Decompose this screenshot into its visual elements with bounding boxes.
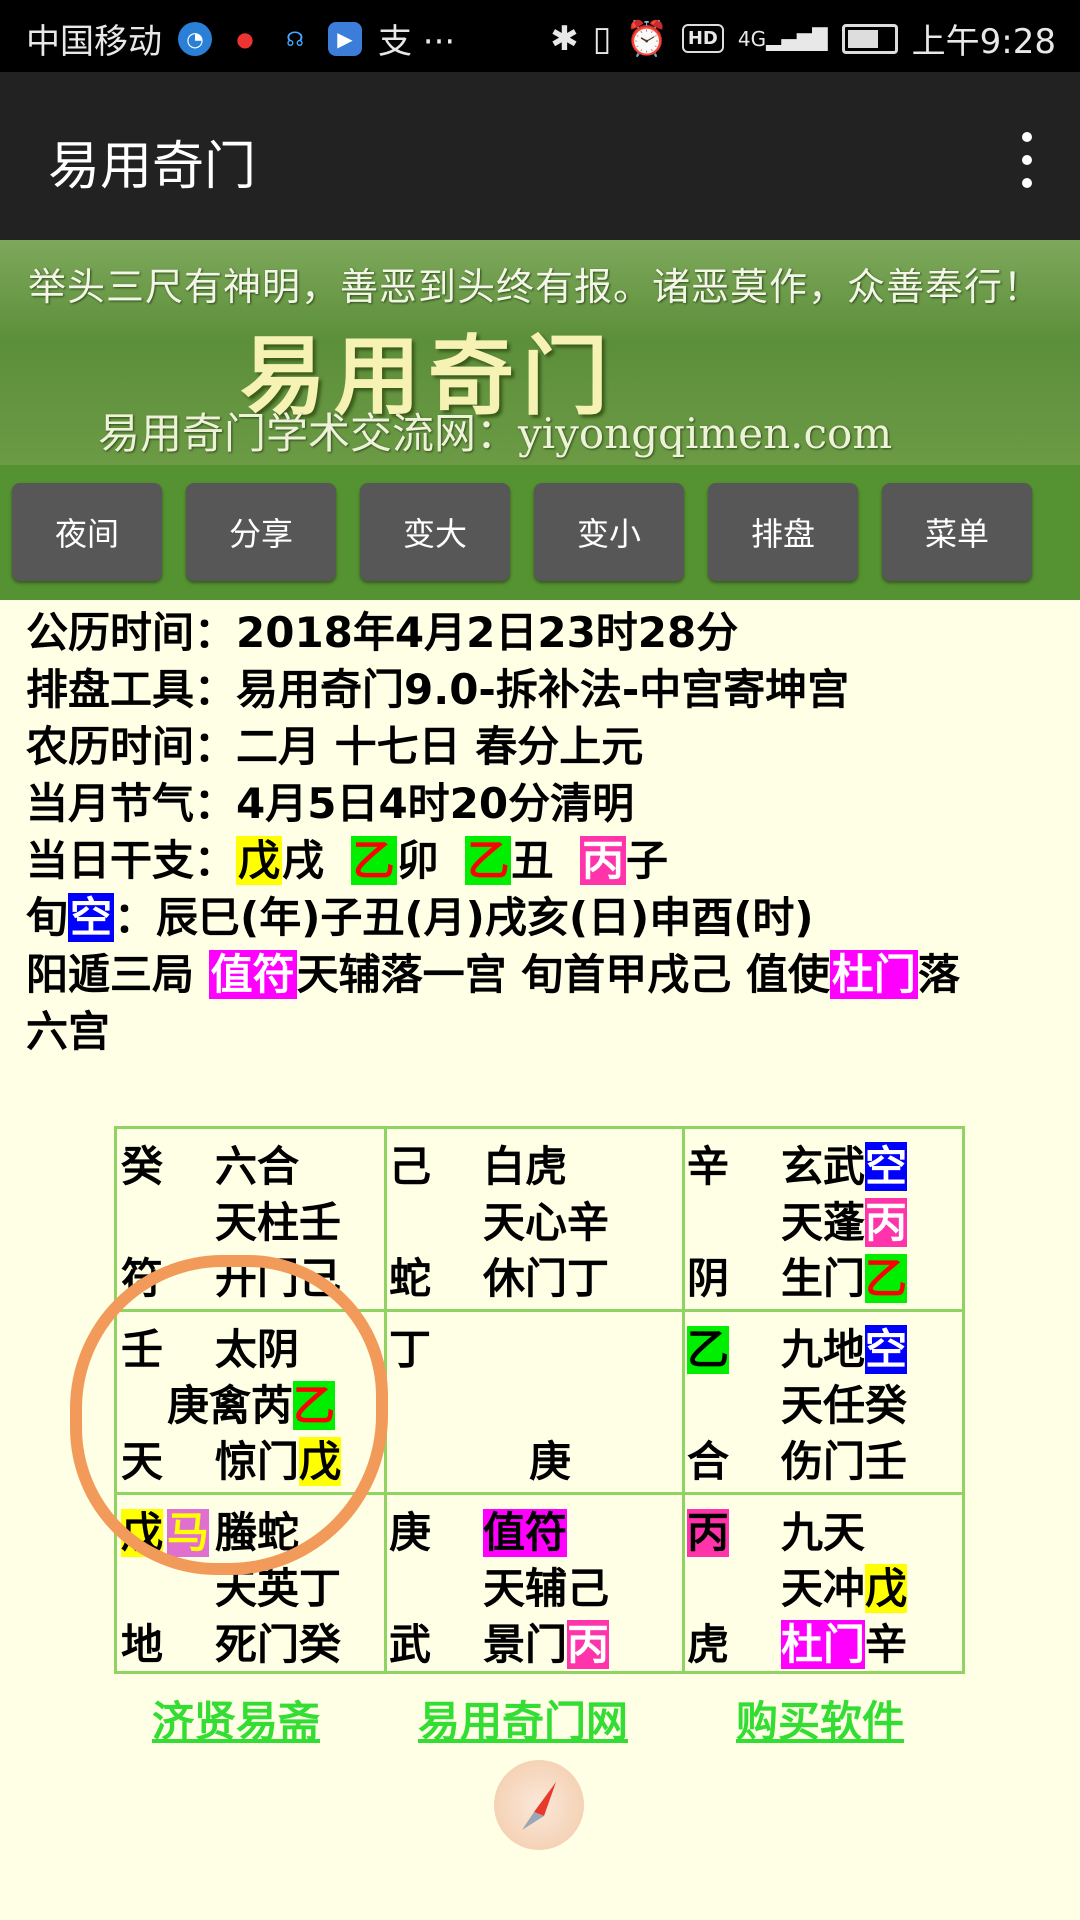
year-stem: 戊 — [236, 836, 283, 885]
hour-stem: 丙 — [579, 836, 626, 885]
xunkong-row: 旬空：辰巳(年)子丑(月)戌亥(日)申酉(时) — [26, 893, 814, 942]
ju-row: 阳遁三局 值符天辅落一宫 旬首甲戌己 值使杜门落 — [26, 950, 960, 999]
status-bar: 中国移动 ◔ ● ☊ ▶ 支 ··· ✱ ▯ ⏰ HD 4G▂▄▆█ 上午9:2… — [0, 0, 1080, 72]
tool-row: 排盘工具：易用奇门9.0-拆补法-中宫寄坤宫 — [26, 665, 850, 714]
solar-time-value: 2018年4月2日23时28分 — [236, 608, 739, 657]
palace-stem: 癸 — [121, 1142, 164, 1191]
chat-icon: ☊ — [278, 21, 312, 56]
lunar-time-value: 二月 十七日 春分上元 — [236, 722, 644, 771]
link-buy-software[interactable]: 购买软件 — [736, 1688, 904, 1749]
clock: 上午9:28 — [911, 22, 1056, 62]
signal-icon: 4G▂▄▆█ — [737, 26, 828, 51]
toolbar: 夜间 分享 变大 变小 排盘 菜单 — [0, 465, 1080, 600]
palace-stem: 庚 — [389, 1508, 432, 1557]
solar-term-value: 4月5日4时20分清明 — [236, 779, 635, 828]
palace-shen: 合 — [687, 1437, 730, 1486]
palace-stem: 丁 — [389, 1325, 432, 1374]
grid-divider — [682, 1129, 685, 1671]
palace-star: 天心辛 — [483, 1198, 610, 1247]
zhishi-badge: 杜门 — [829, 950, 918, 999]
palace-god: 值符 — [483, 1508, 568, 1557]
link-yiyongqimen-site[interactable]: 易用奇门网 — [418, 1688, 628, 1749]
overflow-notifications: 支 ··· — [378, 22, 456, 62]
carrier-label: 中国移动 — [26, 22, 162, 62]
video-icon: ▶ — [328, 21, 362, 56]
kong-badge: 空 — [68, 893, 115, 942]
enlarge-button[interactable]: 变大 — [360, 483, 510, 581]
vibrate-icon: ▯ — [592, 18, 612, 59]
palace-god: 白虎 — [483, 1142, 568, 1191]
palace-star: 天辅己 — [483, 1564, 610, 1613]
banner-subtitle: 易用奇门学术交流网：yiyongqimen.com — [98, 409, 893, 458]
day-stem: 乙 — [465, 836, 512, 885]
ganzhi-row: 当日干支：戊戌 乙卯 乙丑 丙子 — [26, 836, 669, 885]
palace-shen: 虎 — [687, 1620, 730, 1669]
palace-stem: 辛 — [687, 1142, 730, 1191]
zhifu-badge: 值符 — [208, 950, 297, 999]
palace-stem: 己 — [389, 1142, 432, 1191]
palace-god: 九地空 — [781, 1325, 908, 1374]
compass-icon[interactable] — [494, 1760, 584, 1850]
banner-motto: 举头三尺有神明，善恶到头终有报。诸恶莫作，众善奉行！ — [28, 265, 1043, 309]
palace-god: 六合 — [215, 1142, 300, 1191]
palace-shen: 地 — [121, 1620, 164, 1669]
more-options-icon[interactable] — [1014, 132, 1040, 188]
footer-links: 济贤易斋 易用奇门网 购买软件 — [0, 1688, 1080, 1748]
palace-door: 死门癸 — [215, 1620, 342, 1669]
year-branch: 戌 — [282, 836, 325, 885]
palace-shen: 蛇 — [389, 1254, 432, 1303]
palace-stem: 丙 — [687, 1508, 730, 1557]
alarm-icon: ⏰ — [625, 18, 668, 59]
lunar-time-row: 农历时间：二月 十七日 春分上元 — [26, 722, 644, 771]
shrink-button[interactable]: 变小 — [534, 483, 684, 581]
solar-time-row: 公历时间：2018年4月2日23时28分 — [26, 608, 739, 657]
palace-door: 生门乙 — [781, 1254, 908, 1303]
palace-shen: 阴 — [687, 1254, 730, 1303]
app-bar: 易用奇门 — [0, 72, 1080, 240]
browser-icon: ◔ — [178, 21, 212, 56]
bluetooth-icon: ✱ — [550, 18, 579, 59]
palace-star: 天蓬丙 — [781, 1198, 908, 1247]
palace-center-stem: 庚 — [529, 1437, 572, 1486]
app-icon: ● — [228, 21, 262, 56]
palace-god: 玄武空 — [781, 1142, 908, 1191]
night-mode-button[interactable]: 夜间 — [12, 483, 162, 581]
palace-door: 杜门辛 — [781, 1620, 908, 1669]
palace-star: 天冲戊 — [781, 1564, 908, 1613]
ju-row-continued: 六宫 — [26, 1007, 111, 1056]
tool-value: 易用奇门9.0-拆补法-中宫寄坤宫 — [236, 665, 850, 714]
hour-branch: 子 — [626, 836, 669, 885]
chart-info: 公历时间：2018年4月2日23时28分 排盘工具：易用奇门9.0-拆补法-中宫… — [26, 604, 1066, 1060]
palace-star: 天柱壬 — [215, 1198, 342, 1247]
palace-shen: 武 — [389, 1620, 432, 1669]
palace-stem: 乙 — [687, 1325, 730, 1374]
solar-term-row: 当月节气：4月5日4时20分清明 — [26, 779, 635, 828]
compass-needle-icon — [522, 1782, 556, 1830]
annotation-circle — [70, 1255, 388, 1575]
palace-door: 休门丁 — [483, 1254, 610, 1303]
palace-door: 伤门壬 — [781, 1437, 908, 1486]
layout-chart-button[interactable]: 排盘 — [708, 483, 858, 581]
menu-button[interactable]: 菜单 — [882, 483, 1032, 581]
hd-badge: HD — [681, 24, 724, 53]
palace-star: 天任癸 — [781, 1381, 908, 1430]
link-jixian-yizhai[interactable]: 济贤易斋 — [152, 1688, 320, 1749]
app-title: 易用奇门 — [48, 137, 257, 197]
palace-door: 景门丙 — [483, 1620, 610, 1669]
day-branch: 丑 — [511, 836, 554, 885]
battery-icon — [841, 23, 898, 54]
share-button[interactable]: 分享 — [186, 483, 336, 581]
palace-god: 九天 — [781, 1508, 866, 1557]
month-branch: 卯 — [396, 836, 439, 885]
month-stem: 乙 — [350, 836, 397, 885]
banner-image: 举头三尺有神明，善恶到头终有报。诸恶莫作，众善奉行！ 易用奇门 易用奇门学术交流… — [0, 240, 1080, 465]
